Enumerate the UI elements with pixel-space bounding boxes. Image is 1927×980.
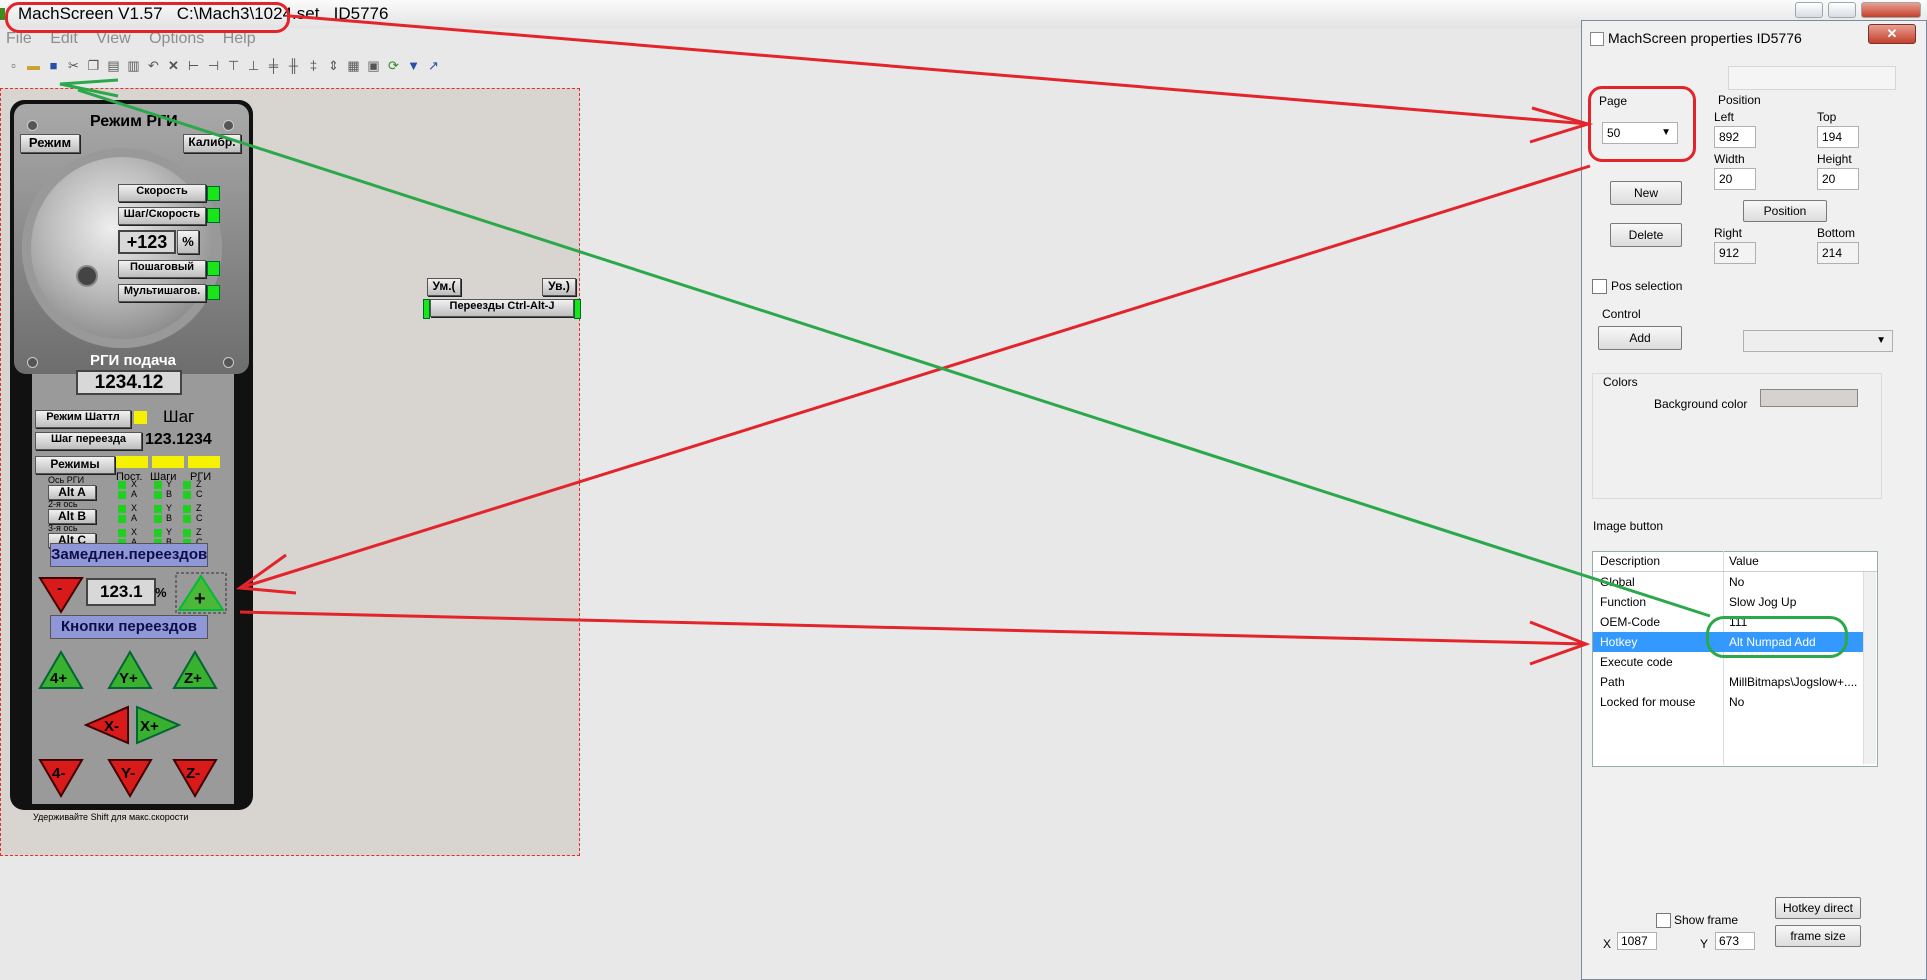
red-arrow-page-to-button xyxy=(239,164,1591,590)
green-arrow-hotkey-to-save xyxy=(77,88,1711,618)
annotation-arrows xyxy=(59,14,1711,666)
red-arrow-title-to-page xyxy=(289,14,1589,126)
red-arrow-button-to-hotkey xyxy=(239,610,1587,646)
red-arrowhead xyxy=(1529,106,1594,144)
